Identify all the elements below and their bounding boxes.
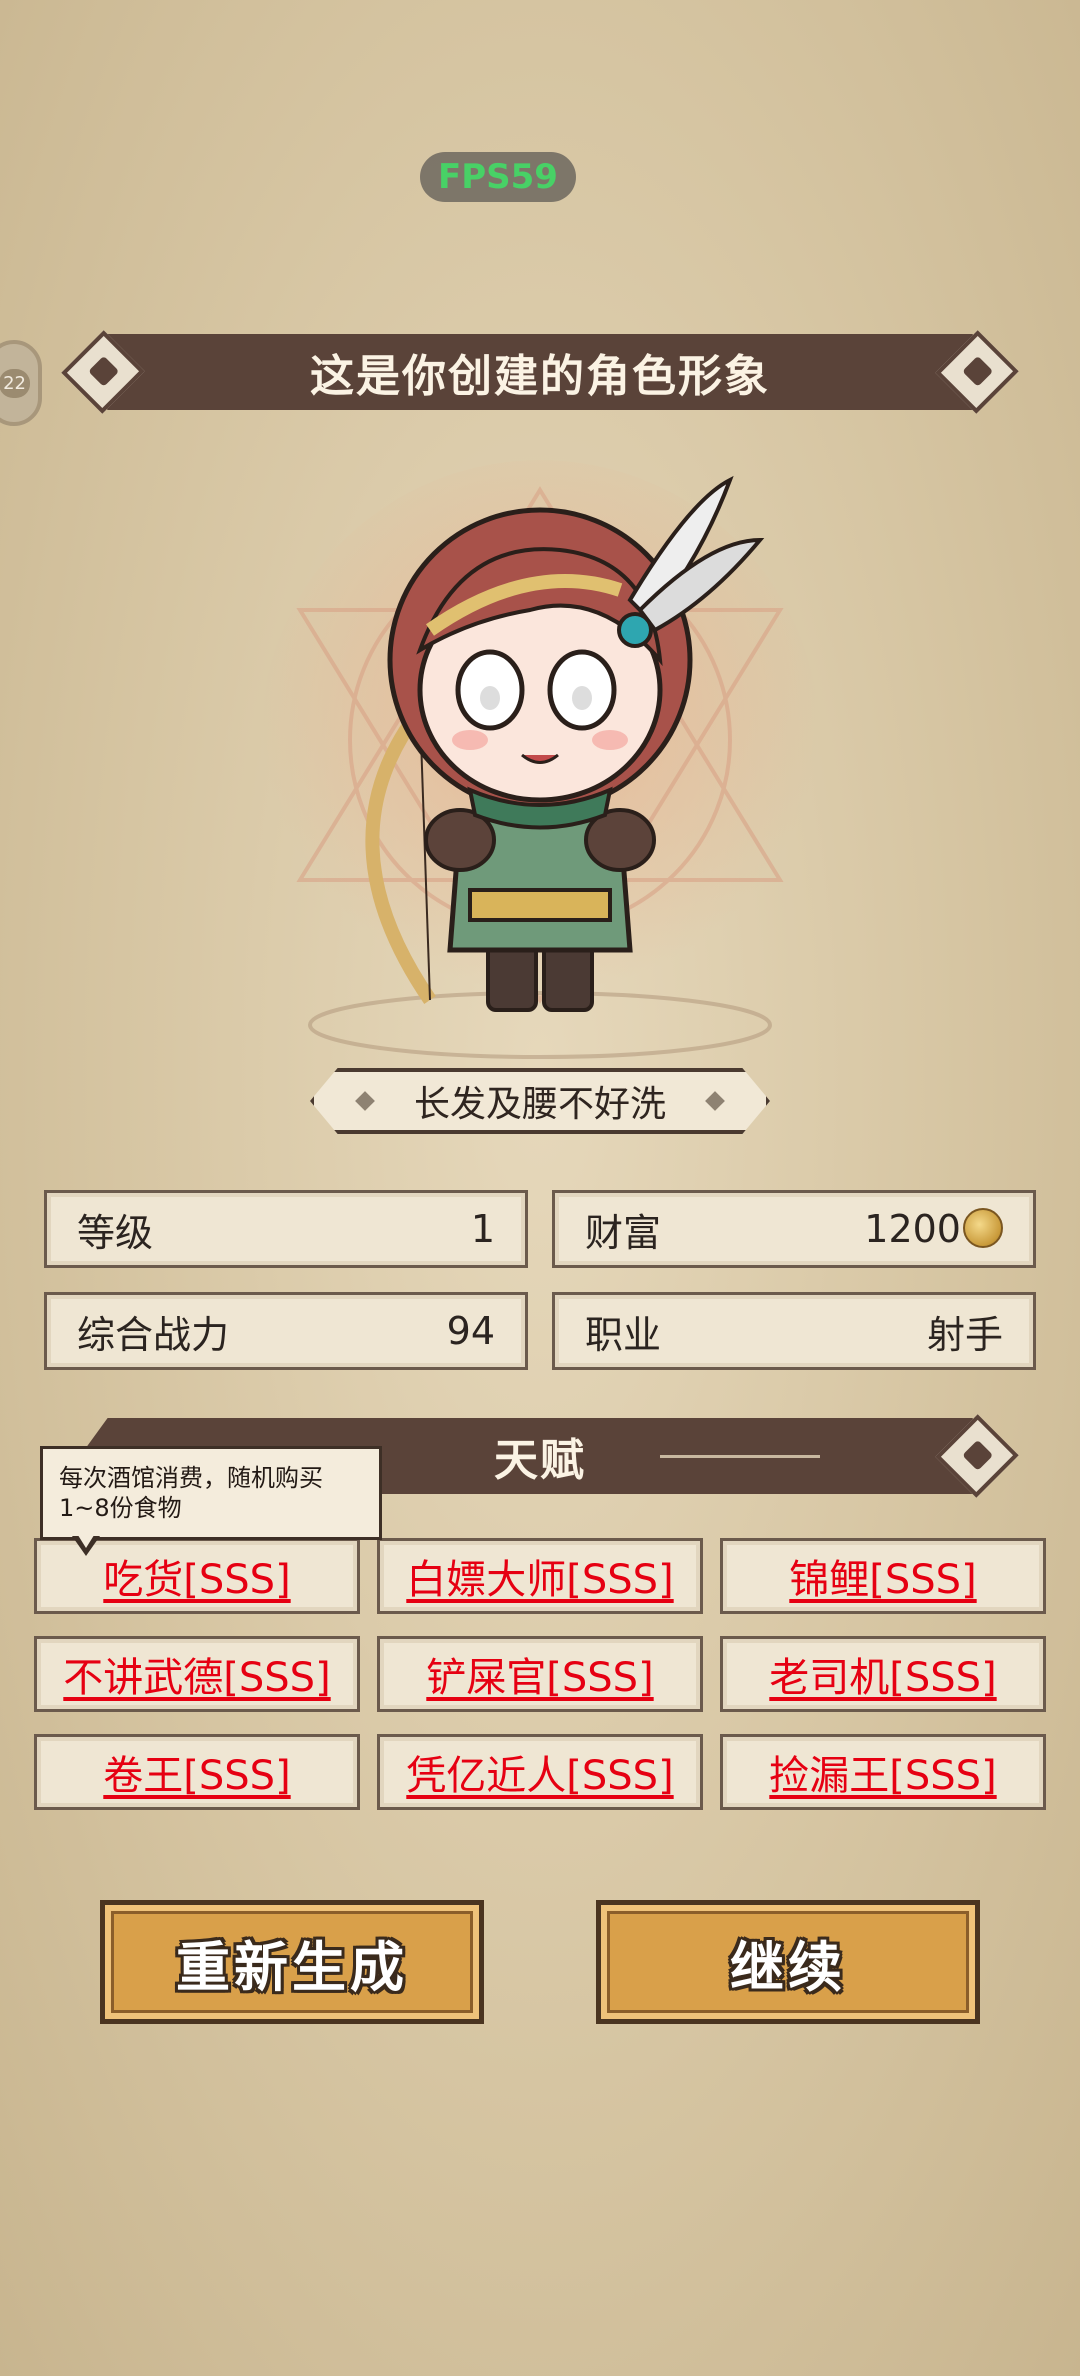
stat-value: 1	[470, 1207, 495, 1251]
stat-label: 综合战力	[77, 1312, 230, 1357]
stat-value: 射手	[926, 1312, 1003, 1357]
talent-item[interactable]: 捡漏王[SSS]	[720, 1734, 1046, 1810]
talent-tooltip: 每次酒馆消费，随机购买 1~8份食物	[40, 1446, 382, 1540]
stat-wealth: 财富 1200	[552, 1190, 1036, 1268]
fps-counter: FPS59	[420, 152, 576, 202]
stat-label: 职业	[585, 1312, 662, 1357]
stat-label: 财富	[585, 1210, 662, 1255]
side-avatar-badge[interactable]: 22	[0, 340, 42, 426]
talent-item[interactable]: 卷王[SSS]	[34, 1734, 360, 1810]
character-portrait	[260, 460, 820, 1059]
talent-item[interactable]: 不讲武德[SSS]	[34, 1636, 360, 1712]
plate-diamond-left-icon	[355, 1091, 375, 1111]
stat-value: 1200	[864, 1206, 961, 1251]
talent-header: 天赋	[494, 1435, 586, 1486]
title-banner: 这是你创建的角色形象	[80, 334, 1000, 410]
banner-divider-line	[660, 1455, 820, 1458]
talent-item[interactable]: 铲屎官[SSS]	[377, 1636, 703, 1712]
trait-name-plate: 长发及腰不好洗	[310, 1068, 770, 1134]
stat-label: 等级	[77, 1210, 154, 1255]
stat-power: 综合战力 94	[44, 1292, 528, 1370]
regenerate-button[interactable]: 重新生成	[100, 1900, 484, 2024]
tooltip-line-1: 每次酒馆消费，随机购买	[59, 1464, 323, 1492]
talent-item[interactable]: 白嫖大师[SSS]	[377, 1538, 703, 1614]
stat-class: 职业 射手	[552, 1292, 1036, 1370]
side-badge-count: 22	[0, 368, 30, 398]
continue-button[interactable]: 继续	[596, 1900, 980, 2024]
trait-name: 长发及腰不好洗	[413, 1084, 666, 1125]
page-title: 这是你创建的角色形象	[310, 351, 770, 402]
talent-item[interactable]: 老司机[SSS]	[720, 1636, 1046, 1712]
tooltip-line-2: 1~8份食物	[59, 1494, 182, 1522]
talent-item[interactable]: 锦鲤[SSS]	[720, 1538, 1046, 1614]
coin-icon	[963, 1208, 1003, 1249]
stat-value: 94	[446, 1309, 495, 1353]
plate-diamond-right-icon	[705, 1091, 725, 1111]
tooltip-pointer	[72, 1532, 100, 1556]
stat-level: 等级 1	[44, 1190, 528, 1268]
talent-item[interactable]: 凭亿近人[SSS]	[377, 1734, 703, 1810]
